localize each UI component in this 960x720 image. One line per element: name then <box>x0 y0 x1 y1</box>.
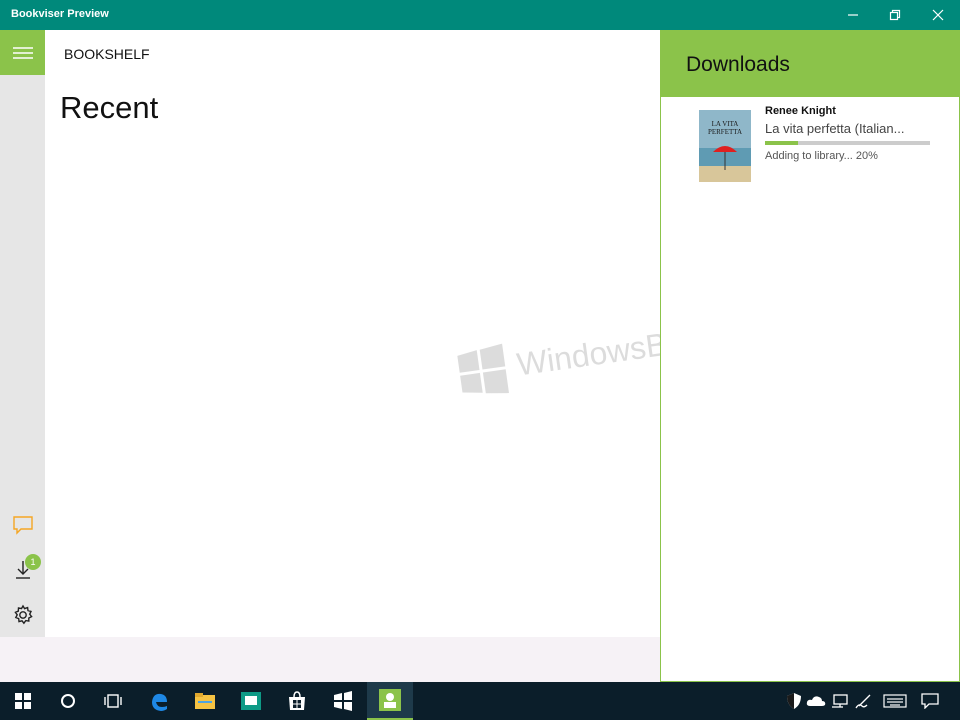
windows-app-button[interactable] <box>320 682 366 720</box>
bookviser-icon <box>379 689 401 711</box>
action-center-tray[interactable] <box>920 692 940 710</box>
feedback-icon <box>12 516 33 535</box>
app-icon <box>241 692 261 710</box>
windows-logo-watermark <box>457 343 510 394</box>
edge-icon <box>152 693 167 711</box>
minimize-button[interactable] <box>831 0 875 30</box>
pen-tray[interactable] <box>854 692 874 710</box>
downloads-badge: 1 <box>25 554 41 570</box>
network-tray[interactable] <box>830 692 850 710</box>
start-button[interactable] <box>0 682 46 720</box>
store-icon <box>289 691 305 710</box>
file-explorer-icon <box>195 693 215 709</box>
book-author: Renee Knight <box>765 105 836 117</box>
task-view-button[interactable] <box>90 682 136 720</box>
section-label: BOOKSHELF <box>64 46 150 62</box>
app-button[interactable] <box>228 682 274 720</box>
pen-icon <box>855 694 871 709</box>
gear-icon <box>13 604 33 625</box>
cortana-button[interactable] <box>45 682 91 720</box>
keyboard-icon <box>883 694 907 708</box>
onedrive-tray[interactable] <box>806 692 826 710</box>
settings-button[interactable] <box>0 599 45 631</box>
cover-title: LA VITA PERFETTA <box>707 120 743 136</box>
cortana-icon <box>61 694 75 708</box>
book-cover: LA VITA PERFETTA <box>699 110 751 182</box>
feedback-button[interactable] <box>0 509 45 541</box>
defender-tray[interactable] <box>784 692 804 710</box>
network-icon <box>832 694 848 708</box>
downloads-header: Downloads <box>661 31 959 97</box>
close-button[interactable] <box>916 0 960 30</box>
taskbar <box>0 682 960 720</box>
bottom-bar <box>0 637 660 682</box>
keyboard-tray[interactable] <box>882 692 908 710</box>
download-progress-fill <box>765 141 798 145</box>
bookviser-taskbar-button[interactable] <box>367 682 413 720</box>
restore-icon <box>889 9 901 21</box>
download-progress-bar <box>765 141 930 145</box>
edge-button[interactable] <box>136 682 182 720</box>
downloads-panel: Downloads LA VITA PERFETTA Renee Knight … <box>660 30 960 682</box>
download-status: Adding to library... 20% <box>765 150 878 162</box>
defender-icon <box>787 693 801 709</box>
task-view-icon <box>104 694 122 708</box>
page-title: Recent <box>60 90 159 125</box>
action-center-icon <box>921 693 939 709</box>
book-title: La vita perfetta (Italian... <box>765 121 905 136</box>
windows-app-icon <box>334 691 352 711</box>
onedrive-icon <box>806 696 826 706</box>
title-bar: Bookviser Preview <box>0 0 960 30</box>
restore-button[interactable] <box>873 0 917 30</box>
menu-button[interactable] <box>0 30 45 75</box>
hamburger-icon <box>12 46 33 59</box>
windows-start-icon <box>15 693 31 709</box>
file-explorer-button[interactable] <box>182 682 228 720</box>
downloads-title: Downloads <box>686 53 790 76</box>
close-icon <box>932 9 944 21</box>
store-button[interactable] <box>274 682 320 720</box>
minimize-icon <box>848 14 858 16</box>
navigation-rail <box>0 30 45 637</box>
window-title: Bookviser Preview <box>11 8 109 20</box>
